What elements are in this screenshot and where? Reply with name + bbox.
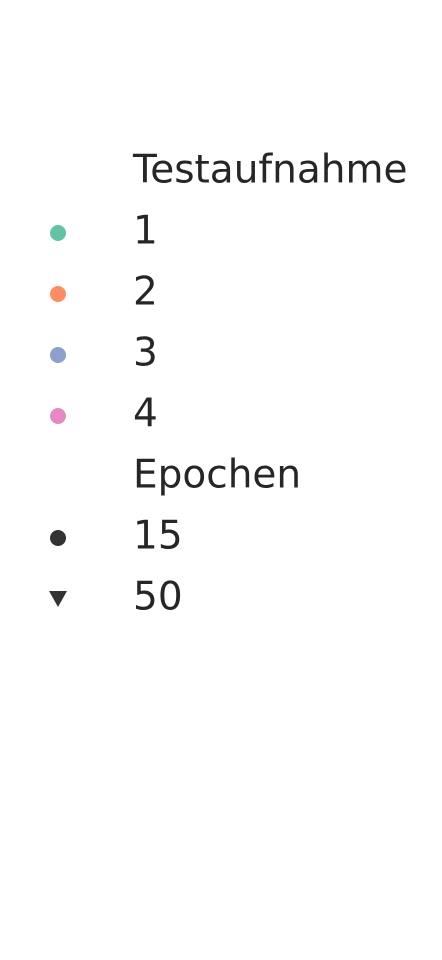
legend-label-0-3: 4 <box>133 392 158 437</box>
legend-label-0-2: 3 <box>133 331 158 376</box>
legend-title-1: Epochen <box>133 453 301 498</box>
legend-marker-0-1 <box>50 286 66 302</box>
legend-label-0-1: 2 <box>133 270 158 315</box>
legend-marker-0-0 <box>50 225 66 241</box>
legend-marker-0-3 <box>50 408 66 424</box>
legend-title-0: Testaufnahme <box>132 148 407 193</box>
legend-marker-1-0 <box>50 530 66 546</box>
legend: Testaufnahme 1 2 3 4 Epochen 15 50 <box>49 148 407 620</box>
legend-label-1-1: 50 <box>133 575 183 620</box>
legend-label-0-0: 1 <box>133 209 158 254</box>
legend-marker-0-2 <box>50 347 66 363</box>
legend-marker-1-1 <box>49 591 67 607</box>
legend-label-1-0: 15 <box>133 514 183 559</box>
